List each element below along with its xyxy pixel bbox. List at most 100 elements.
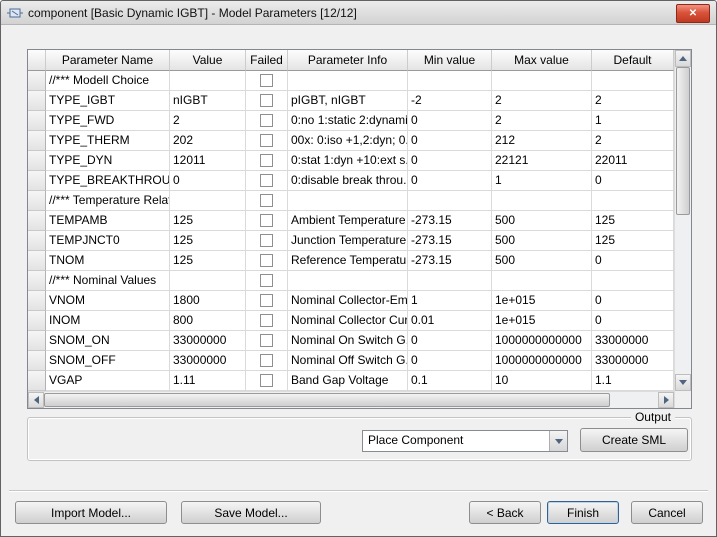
row-selector[interactable] bbox=[28, 371, 46, 391]
create-sml-button[interactable]: Create SML bbox=[580, 428, 688, 452]
param-name-cell[interactable]: INOM bbox=[46, 311, 170, 331]
failed-checkbox[interactable] bbox=[260, 174, 273, 187]
value-cell[interactable] bbox=[170, 71, 246, 91]
titlebar[interactable]: component [Basic Dynamic IGBT] - Model P… bbox=[1, 1, 716, 25]
vertical-scrollbar-track[interactable] bbox=[675, 67, 691, 374]
save-model-button[interactable]: Save Model... bbox=[181, 501, 321, 524]
column-header-parameter-info[interactable]: Parameter Info bbox=[288, 50, 408, 71]
row-selector[interactable] bbox=[28, 331, 46, 351]
max-value-cell[interactable]: 10 bbox=[492, 371, 592, 391]
min-value-cell[interactable]: -273.15 bbox=[408, 211, 492, 231]
default-cell[interactable]: 125 bbox=[592, 211, 674, 231]
info-cell[interactable] bbox=[288, 71, 408, 91]
row-selector[interactable] bbox=[28, 311, 46, 331]
min-value-cell[interactable]: 0.1 bbox=[408, 371, 492, 391]
max-value-cell[interactable]: 212 bbox=[492, 131, 592, 151]
param-row[interactable]: VNOM1800Nominal Collector-Emi...11e+0150 bbox=[28, 291, 674, 311]
info-cell[interactable] bbox=[288, 191, 408, 211]
param-row[interactable]: SNOM_OFF33000000 Nominal Off Switch G...0… bbox=[28, 351, 674, 371]
dropdown-arrow-button[interactable] bbox=[549, 431, 567, 451]
failed-checkbox[interactable] bbox=[260, 334, 273, 347]
max-value-cell[interactable]: 500 bbox=[492, 251, 592, 271]
param-name-cell[interactable]: TNOM bbox=[46, 251, 170, 271]
param-row[interactable]: VGAP1.11Band Gap Voltage0.1101.1 bbox=[28, 371, 674, 391]
param-name-cell[interactable]: SNOM_OFF bbox=[46, 351, 170, 371]
max-value-cell[interactable] bbox=[492, 71, 592, 91]
value-cell[interactable]: 12011 bbox=[170, 151, 246, 171]
row-selector[interactable] bbox=[28, 91, 46, 111]
max-value-cell[interactable] bbox=[492, 191, 592, 211]
info-cell[interactable]: Nominal Collector Curr... bbox=[288, 311, 408, 331]
param-name-cell[interactable]: SNOM_ON bbox=[46, 331, 170, 351]
param-name-cell[interactable]: TEMPJNCT0 bbox=[46, 231, 170, 251]
param-name-cell[interactable]: VGAP bbox=[46, 371, 170, 391]
vertical-scrollbar[interactable] bbox=[675, 50, 691, 391]
param-name-cell[interactable]: TYPE_BREAKTHROU... bbox=[46, 171, 170, 191]
section-row[interactable]: //*** Temperature Relat... bbox=[28, 191, 674, 211]
param-name-cell[interactable]: //*** Nominal Values bbox=[46, 271, 170, 291]
row-selector[interactable] bbox=[28, 131, 46, 151]
horizontal-scrollbar[interactable] bbox=[28, 391, 674, 408]
min-value-cell[interactable]: 0 bbox=[408, 171, 492, 191]
failed-checkbox[interactable] bbox=[260, 94, 273, 107]
param-row[interactable]: TYPE_THERM20200x: 0:iso +1,2:dyn; 0...02… bbox=[28, 131, 674, 151]
vertical-scrollbar-thumb[interactable] bbox=[676, 67, 690, 215]
info-cell[interactable]: pIGBT, nIGBT bbox=[288, 91, 408, 111]
param-row[interactable]: SNOM_ON33000000Nominal On Switch G...010… bbox=[28, 331, 674, 351]
action-dropdown[interactable]: Place Component bbox=[362, 430, 568, 452]
min-value-cell[interactable]: 0 bbox=[408, 111, 492, 131]
failed-checkbox[interactable] bbox=[260, 374, 273, 387]
info-cell[interactable]: Nominal Off Switch G... bbox=[288, 351, 408, 371]
param-name-cell[interactable]: //*** Temperature Relat... bbox=[46, 191, 170, 211]
default-cell[interactable]: 0 bbox=[592, 251, 674, 271]
min-value-cell[interactable]: 0.01 bbox=[408, 311, 492, 331]
value-cell[interactable]: 202 bbox=[170, 131, 246, 151]
value-cell[interactable]: 1.11 bbox=[170, 371, 246, 391]
max-value-cell[interactable]: 2 bbox=[492, 91, 592, 111]
info-cell[interactable]: 0:stat 1:dyn +10:ext s... bbox=[288, 151, 408, 171]
value-cell[interactable]: 125 bbox=[170, 231, 246, 251]
failed-checkbox[interactable] bbox=[260, 294, 273, 307]
min-value-cell[interactable]: 0 bbox=[408, 351, 492, 371]
scroll-right-button[interactable] bbox=[658, 392, 674, 408]
param-name-cell[interactable]: TYPE_FWD bbox=[46, 111, 170, 131]
value-cell[interactable]: 125 bbox=[170, 251, 246, 271]
row-selector[interactable] bbox=[28, 171, 46, 191]
failed-checkbox[interactable] bbox=[260, 214, 273, 227]
value-cell[interactable]: 1800 bbox=[170, 291, 246, 311]
close-button[interactable]: ✕ bbox=[676, 4, 710, 23]
max-value-cell[interactable]: 500 bbox=[492, 211, 592, 231]
max-value-cell[interactable]: 1e+015 bbox=[492, 311, 592, 331]
failed-checkbox[interactable] bbox=[260, 154, 273, 167]
scroll-down-button[interactable] bbox=[675, 374, 691, 391]
default-cell[interactable]: 1 bbox=[592, 111, 674, 131]
info-cell[interactable]: Band Gap Voltage bbox=[288, 371, 408, 391]
default-cell[interactable]: 2 bbox=[592, 91, 674, 111]
info-cell[interactable] bbox=[288, 271, 408, 291]
default-cell[interactable]: 22011 bbox=[592, 151, 674, 171]
param-row[interactable]: TEMPAMB125Ambient Temperature ...-273.15… bbox=[28, 211, 674, 231]
param-name-cell[interactable]: //*** Modell Choice bbox=[46, 71, 170, 91]
info-cell[interactable]: Nominal Collector-Emi... bbox=[288, 291, 408, 311]
value-cell[interactable]: 125 bbox=[170, 211, 246, 231]
info-cell[interactable]: Junction Temperature... bbox=[288, 231, 408, 251]
min-value-cell[interactable]: 0 bbox=[408, 331, 492, 351]
param-name-cell[interactable]: TYPE_IGBT bbox=[46, 91, 170, 111]
info-cell[interactable]: Nominal On Switch G... bbox=[288, 331, 408, 351]
param-row[interactable]: INOM800Nominal Collector Curr...0.011e+0… bbox=[28, 311, 674, 331]
min-value-cell[interactable]: 1 bbox=[408, 291, 492, 311]
max-value-cell[interactable]: 1000000000000 bbox=[492, 351, 592, 371]
min-value-cell[interactable]: -273.15 bbox=[408, 251, 492, 271]
value-cell[interactable]: 33000000 bbox=[170, 351, 246, 371]
min-value-cell[interactable]: 0 bbox=[408, 151, 492, 171]
max-value-cell[interactable]: 1e+015 bbox=[492, 291, 592, 311]
param-name-cell[interactable]: TYPE_DYN bbox=[46, 151, 170, 171]
min-value-cell[interactable] bbox=[408, 271, 492, 291]
back-button[interactable]: < Back bbox=[469, 501, 541, 524]
param-row[interactable]: TYPE_IGBTnIGBTpIGBT, nIGBT-222 bbox=[28, 91, 674, 111]
failed-checkbox[interactable] bbox=[260, 74, 273, 87]
section-row[interactable]: //*** Nominal Values bbox=[28, 271, 674, 291]
horizontal-scrollbar-track[interactable] bbox=[44, 392, 658, 408]
param-row[interactable]: TYPE_DYN12011 0:stat 1:dyn +10:ext s...0 2… bbox=[28, 151, 674, 171]
row-selector[interactable] bbox=[28, 291, 46, 311]
